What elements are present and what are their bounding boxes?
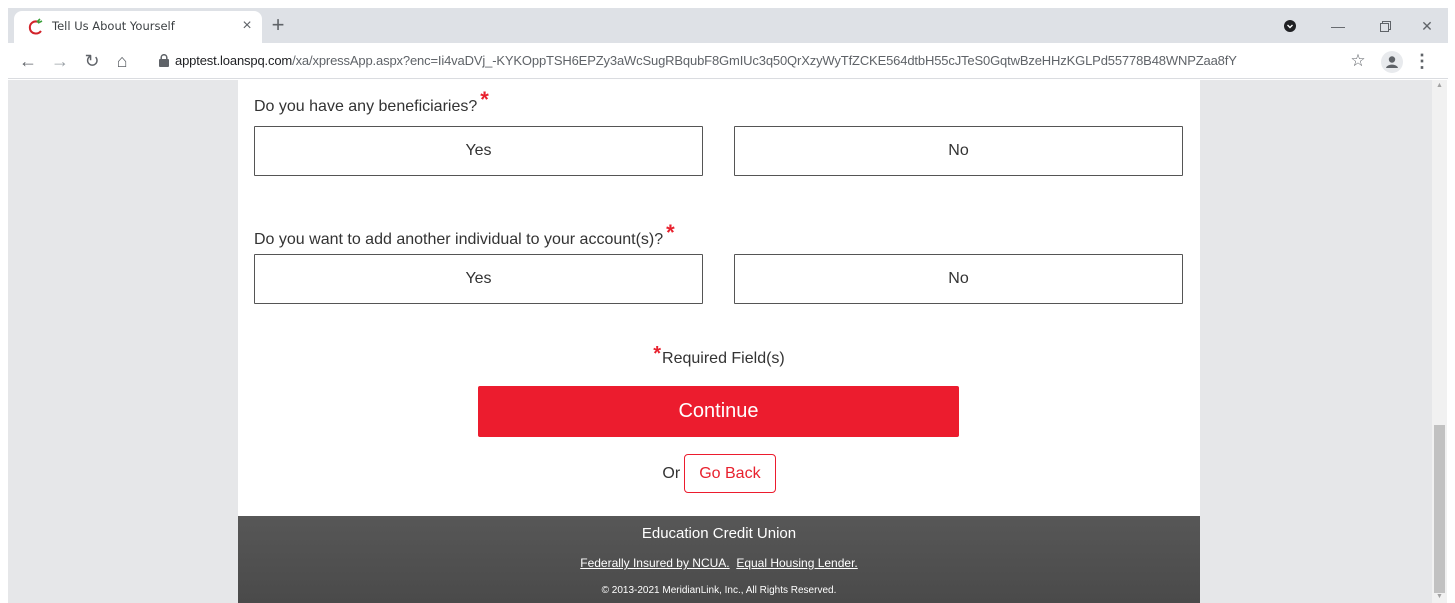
required-star: * <box>666 220 675 245</box>
address-bar[interactable]: apptest.loanspq.com/xa/xpressApp.aspx?en… <box>148 47 1348 75</box>
scroll-up-icon[interactable]: ▲ <box>1432 80 1447 92</box>
page-footer: Education Credit Union Federally Insured… <box>238 516 1200 603</box>
equal-housing-link[interactable]: Equal Housing Lender. <box>736 556 857 570</box>
required-fields-note: *Required Field(s) <box>238 343 1200 369</box>
browser-toolbar: ← → ↻ ⌂ apptest.loanspq.com/xa/xpressApp… <box>8 43 1448 79</box>
vertical-scrollbar[interactable]: ▲ ▼ <box>1432 80 1447 603</box>
footer-links: Federally Insured by NCUA. Equal Housing… <box>238 556 1200 570</box>
beneficiaries-yes-button[interactable]: Yes <box>254 126 703 176</box>
required-star: * <box>480 87 489 112</box>
minimize-icon[interactable]: — <box>1321 12 1355 40</box>
profile-icon[interactable] <box>1381 51 1403 73</box>
or-label: Or <box>662 464 681 482</box>
maximize-icon[interactable] <box>1368 12 1402 40</box>
required-star: * <box>653 343 662 365</box>
back-icon[interactable]: ← <box>16 49 40 73</box>
add-individual-label: Do you want to add another individual to… <box>254 231 664 248</box>
continue-button[interactable]: Continue <box>478 386 959 437</box>
add-individual-no-button[interactable]: No <box>734 254 1183 304</box>
lock-icon <box>159 54 169 67</box>
ncua-link[interactable]: Federally Insured by NCUA. <box>580 556 729 570</box>
tab-strip: Tell Us About Yourself × + — ✕ <box>8 8 1448 43</box>
url-path: /xa/xpressApp.aspx?enc=Ii4vaDVj_-KYKOppT… <box>292 53 1237 68</box>
copyright-text: © 2013-2021 MeridianLink, Inc., All Righ… <box>601 585 837 596</box>
go-back-button[interactable]: Go Back <box>684 454 776 493</box>
tab-title: Tell Us About Yourself <box>52 19 175 33</box>
required-fields-text: Required Field(s) <box>662 350 785 367</box>
forward-icon[interactable]: → <box>48 49 72 73</box>
profile-badge-icon[interactable] <box>1273 12 1307 40</box>
url-text: apptest.loanspq.com/xa/xpressApp.aspx?en… <box>175 53 1237 68</box>
beneficiaries-label: Do you have any beneficiaries? <box>254 98 478 115</box>
org-name: Education Credit Union <box>641 525 797 542</box>
menu-icon[interactable]: ⋮ <box>1412 49 1432 73</box>
tab-active[interactable]: Tell Us About Yourself × <box>14 11 262 43</box>
new-tab-button[interactable]: + <box>265 14 291 38</box>
close-icon[interactable]: ✕ <box>1410 12 1444 40</box>
add-individual-yes-button[interactable]: Yes <box>254 254 703 304</box>
scrollbar-thumb[interactable] <box>1434 425 1445 593</box>
site-favicon-icon <box>28 18 43 35</box>
go-back-row: Or Go Back <box>238 454 1200 493</box>
star-icon[interactable]: ☆ <box>1346 49 1370 73</box>
add-individual-question: Do you want to add another individual to… <box>254 220 675 250</box>
url-host: apptest.loanspq.com <box>175 53 293 68</box>
beneficiaries-no-button[interactable]: No <box>734 126 1183 176</box>
beneficiaries-question: Do you have any beneficiaries? * <box>254 87 489 117</box>
form-card: Do you have any beneficiaries? * Yes No D… <box>238 80 1200 516</box>
page-viewport: Do you have any beneficiaries? * Yes No D… <box>8 80 1432 603</box>
browser-chrome: Tell Us About Yourself × + — ✕ ← → ↻ ⌂ a… <box>0 0 1455 82</box>
scroll-down-icon[interactable]: ▼ <box>1432 591 1447 603</box>
reload-icon[interactable]: ↻ <box>80 49 104 73</box>
tab-close-icon[interactable]: × <box>238 17 256 35</box>
home-icon[interactable]: ⌂ <box>110 49 134 73</box>
